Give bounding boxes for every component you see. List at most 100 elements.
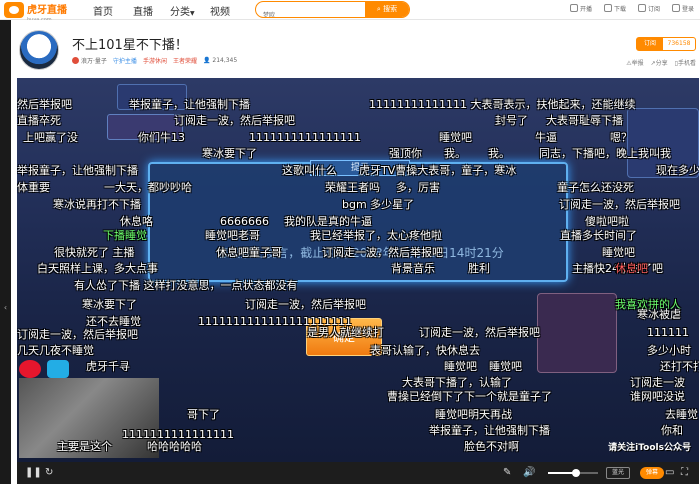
danmaku-comment: 一大天，都吵吵哈 [104, 181, 192, 194]
login-link[interactable]: 登录 [671, 4, 694, 13]
danmaku-comment: 虎牙千寻 [86, 360, 130, 373]
guard-badge[interactable]: 守护主播 [113, 56, 137, 65]
mobile-watch-button[interactable]: ▯手机看 [675, 58, 696, 67]
danmaku-comment: 虎牙TV曹操大表哥，童子，寒冰 [359, 164, 517, 177]
category-link-1[interactable]: 手游休闲 [143, 56, 167, 65]
danmaku-comment: 我。 [444, 147, 466, 160]
share-button[interactable]: ↗分享 [651, 58, 668, 67]
danmaku-comment: 胜利 [468, 262, 490, 275]
danmaku-comment: bgm 多少星了 [342, 198, 415, 211]
streamer-name: 浪万·量子 [81, 58, 107, 65]
danmaku-comment: 还打不打 [660, 360, 699, 373]
quality-selector[interactable]: 蓝光 [606, 467, 630, 479]
danmaku-comment: 1111111111111111 [122, 428, 234, 441]
logo-text: 虎牙直播 [27, 4, 67, 16]
search-icon: ⌕ [376, 5, 381, 13]
danmaku-comment: 6666666 [220, 215, 269, 228]
danmaku-comment: 这歌叫什么 [282, 164, 337, 177]
login-label: 登录 [681, 6, 694, 13]
subscriptions-link[interactable]: 订阅 [637, 4, 660, 13]
volume-slider[interactable] [548, 469, 598, 477]
danmaku-comment: 还不去睡觉 [86, 315, 141, 328]
volume-icon[interactable]: 🔊 [523, 466, 535, 480]
danmaku-comment: 大表哥下播了，认输了 [402, 376, 512, 389]
danmaku-comment: 我的队是真的牛逼 [284, 215, 372, 228]
danmaku-comment: 牛逼 [535, 131, 557, 144]
danmaku-comment: 去睡觉 [665, 408, 698, 421]
danmaku-comment: 订阅走一波，然后举报吧 [245, 298, 366, 311]
volume-handle[interactable] [571, 469, 580, 477]
danmaku-comment: 我。 [488, 147, 510, 160]
nav-video[interactable]: 视频 [210, 3, 230, 18]
top-right-tools: 开播 下载 订阅 登录 [569, 4, 694, 13]
danmaku-comment: 睡觉吧 [489, 360, 522, 373]
danmaku-comment: 睡觉吧老哥 [205, 229, 260, 242]
danmaku-comment: 睡觉吧 [439, 131, 472, 144]
danmaku-comment: 荣耀王者吗 [325, 181, 380, 194]
streamer-level-icon [72, 57, 79, 64]
danmaku-comment: 订阅走一波，然后举报吧 [559, 198, 680, 211]
follow-tip-text: 请关注iTools公众号 [608, 443, 691, 453]
danmaku-comment: 强顶你 [389, 147, 422, 160]
search-button[interactable]: ⌕ 搜索 [365, 2, 409, 17]
viewer-count-value: 214,345 [212, 57, 238, 64]
danmaku-settings-icon[interactable]: ✎ [503, 466, 511, 480]
danmaku-comment: 现在多少星 [656, 164, 699, 177]
danmaku-comment: 曹操已经倒下了下一个就是童子了 [387, 390, 552, 403]
danmaku-comment: 举报童子，让他强制下播 [429, 424, 550, 437]
refresh-icon[interactable]: ↻ [45, 466, 53, 480]
danmaku-comment: 嗯？ [610, 131, 632, 144]
site-logo[interactable]: 虎牙直播 huya.com [4, 2, 67, 23]
danmaku-comment: 休息吧童子哥 [216, 246, 282, 259]
streamer-avatar[interactable] [19, 30, 59, 70]
danmaku-comment: 谁网吧没说 [630, 390, 685, 403]
danmaku-comment: 睡觉吧明天再战 [435, 408, 512, 421]
download-link[interactable]: 下载 [603, 4, 626, 13]
danmaku-toggle[interactable]: 弹幕 [640, 467, 664, 479]
room-actions: ⚠举报 ↗分享 ▯手机看 [626, 58, 696, 67]
category-link-2[interactable]: 王者荣耀 [173, 56, 197, 65]
danmaku-comment: 休息咯 [120, 215, 153, 228]
danmaku-comment: 有人怂了下播 这样打没意思，一点状态都没有 [74, 279, 298, 292]
danmaku-comment: 11111111111111 大表哥表示，扶他起来，还能继续 [369, 98, 636, 111]
danmaku-comment: 童子怎么还没死 [557, 181, 634, 194]
danmaku-comment: 订阅走一波，然后举报吧 [322, 246, 443, 259]
start-live-link[interactable]: 开播 [569, 4, 592, 13]
nav-home[interactable]: 首页 [93, 3, 113, 18]
danmaku-comment: 1111111111111111 [249, 131, 361, 144]
sidebar-expand-icon[interactable]: ‹ [0, 300, 11, 316]
report-button[interactable]: ⚠举报 [626, 58, 643, 67]
danmaku-comment: 休息吧 [615, 262, 648, 275]
danmaku-comment: 封号了 [495, 114, 528, 127]
danmaku-comment: 脸色不对啊 [464, 440, 519, 453]
danmaku-comment: 哈哈哈哈哈 [147, 440, 202, 453]
danmaku-comment: 白天照样上课，多大点事 [37, 262, 158, 275]
share-label: 分享 [655, 60, 668, 67]
theater-mode-icon[interactable]: ▭ [665, 466, 674, 480]
room-header: 不上101星不下播！ 浪万·量子 守护主播 手游休闲 王者荣耀 👤 214,34… [11, 20, 700, 78]
danmaku-comment: 订阅走一波，然后举报吧 [419, 326, 540, 339]
mobile-watch-label: 手机看 [677, 60, 696, 67]
nav-category[interactable]: 分类▼ [170, 3, 195, 18]
danmaku-comment: 大表哥耻辱下播 [546, 114, 623, 127]
danmaku-comment: 多少小时 [647, 344, 691, 357]
danmaku-layer: 然后举报吧 举报童子，让他强制下播 11111111111111 大表哥表示，扶他起… [17, 78, 699, 462]
danmaku-comment: 哥下了 [187, 408, 220, 421]
viewer-count: 👤 214,345 [203, 57, 237, 64]
streamer-name-link[interactable]: 浪万·量子 [72, 56, 107, 65]
nav-live[interactable]: 直播 [133, 3, 153, 18]
search-input[interactable] [256, 8, 366, 17]
danmaku-comment: 寒冰被虐 [637, 308, 681, 321]
pause-icon[interactable]: ❚❚ [25, 466, 42, 480]
user-icon [671, 4, 680, 12]
danmaku-comment: 我已经举报了，太心疼他啦 [310, 229, 442, 242]
danmaku-comment: 订阅走一波 [630, 376, 685, 389]
search-box: ⌕ 搜索 [255, 1, 410, 18]
search-button-label: 搜索 [383, 5, 398, 13]
fullscreen-icon[interactable]: ⛶ [681, 466, 688, 480]
danmaku-comment: 下播睡觉 [103, 229, 147, 242]
video-player[interactable]: 提示 您被禁止发言，截止时间 2018年04月10日14时21分 确定 然后举报… [17, 78, 699, 462]
danmaku-comment: 几天几夜不睡觉 [17, 344, 94, 357]
subscribe-button[interactable]: 订阅 736158 [636, 37, 696, 51]
broadcast-icon [569, 4, 578, 12]
